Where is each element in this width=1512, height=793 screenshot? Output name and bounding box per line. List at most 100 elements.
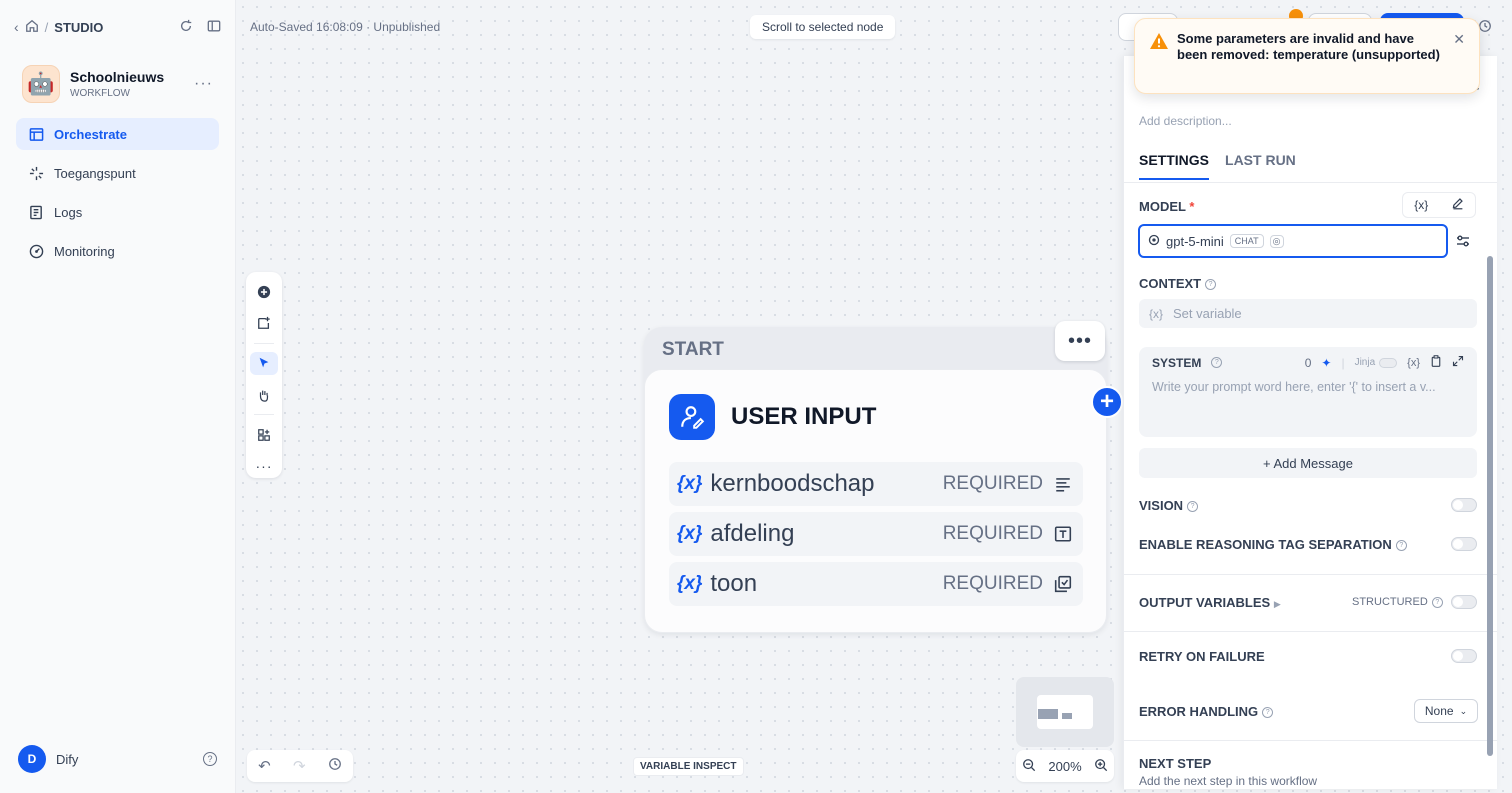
zoom-level[interactable]: 200% <box>1048 759 1081 774</box>
toolbar-divider <box>254 342 274 344</box>
help-icon[interactable]: ? <box>1395 540 1407 552</box>
add-message-button[interactable]: + Add Message <box>1139 448 1477 478</box>
variable-name: afdeling <box>710 520 795 547</box>
required-label: REQUIRED <box>942 573 1043 594</box>
select-icon <box>1053 574 1073 594</box>
sidebar-item-monitoring[interactable]: Monitoring <box>16 235 219 267</box>
input-variables: {x} kernboodschap REQUIRED {x} afdeling … <box>669 462 1083 612</box>
node-type-label: START <box>662 339 724 360</box>
sidebar-nav: Orchestrate Toegangspunt Logs Monitoring <box>0 114 235 278</box>
refresh-icon[interactable] <box>179 19 193 36</box>
scroll-to-node-button[interactable]: Scroll to selected node <box>750 15 896 39</box>
vision-toggle[interactable] <box>1451 498 1477 512</box>
node-more-icon[interactable]: ••• <box>1055 321 1105 361</box>
access-point-icon <box>28 165 44 181</box>
home-icon[interactable] <box>25 19 39 36</box>
sidebar-toggle-icon[interactable] <box>207 19 221 36</box>
model-name: gpt-5-mini <box>1166 233 1224 249</box>
variable-icon[interactable]: {x} <box>1407 357 1420 369</box>
vision-label: VISION? <box>1139 498 1199 513</box>
model-actions: {x} <box>1402 192 1476 218</box>
vision-icon: ◎ <box>1269 234 1284 248</box>
model-params-icon[interactable] <box>1455 233 1471 252</box>
more-icon[interactable]: ··· <box>194 75 213 93</box>
tab-settings[interactable]: SETTINGS <box>1139 152 1210 180</box>
more-icon[interactable]: ··· <box>250 455 278 478</box>
studio-breadcrumb[interactable]: STUDIO <box>54 20 103 35</box>
variable-inspect-button[interactable]: VARIABLE INSPECT <box>633 757 744 776</box>
tab-last-run[interactable]: LAST RUN <box>1225 152 1296 180</box>
variable-row[interactable]: {x} afdeling REQUIRED <box>669 512 1083 556</box>
add-node-icon[interactable] <box>250 280 278 303</box>
canvas-toolbar: ··· <box>246 272 282 478</box>
system-prompt-editor[interactable]: SYSTEM ? 0 ✦ | Jinja {x} Write your prom… <box>1139 347 1477 437</box>
history-icon[interactable] <box>1478 19 1492 36</box>
help-icon[interactable]: ? <box>1262 707 1274 719</box>
retry-toggle[interactable] <box>1451 649 1477 663</box>
help-icon[interactable]: ? <box>1211 357 1223 368</box>
token-count: 0 <box>1304 355 1312 370</box>
sidebar-item-label: Logs <box>54 204 83 220</box>
zoom-control: 200% <box>1016 750 1114 782</box>
model-label: MODEL * <box>1139 199 1195 214</box>
sidebar-item-toegangspunt[interactable]: Toegangspunt <box>16 157 219 189</box>
autosave-status: Auto-Saved 16:08:09 · Unpublished <box>250 20 441 34</box>
avatar[interactable]: D <box>18 745 46 773</box>
description-input[interactable]: Add description... <box>1139 114 1232 128</box>
user-name[interactable]: Dify <box>56 752 78 767</box>
add-note-icon[interactable] <box>250 311 278 334</box>
start-node[interactable]: START ••• USER INPUT {x} kernboodschap R… <box>644 321 1107 633</box>
help-icon[interactable]: ? <box>1431 596 1443 608</box>
minimap[interactable] <box>1016 677 1114 747</box>
user-area: D Dify ? <box>18 745 217 773</box>
reasoning-toggle[interactable] <box>1451 537 1477 551</box>
app-name: Schoolnieuws <box>70 69 165 85</box>
model-selector[interactable]: gpt-5-mini CHAT ◎ <box>1138 224 1448 258</box>
logs-icon <box>28 204 44 220</box>
error-handling-select[interactable]: None ⌄ <box>1414 699 1478 723</box>
clipboard-icon[interactable] <box>1430 355 1442 370</box>
close-icon[interactable]: ✕ <box>1453 31 1465 48</box>
required-label: REQUIRED <box>942 473 1043 494</box>
variable-icon: {x} <box>677 473 703 494</box>
sidebar-item-label: Toegangspunt <box>54 165 136 181</box>
redo-icon[interactable]: ↷ <box>293 757 306 775</box>
error-handling-label: ERROR HANDLING? <box>1139 704 1274 719</box>
app-card[interactable]: 🤖 Schoolnieuws WORKFLOW ··· <box>0 54 235 114</box>
variable-row[interactable]: {x} toon REQUIRED <box>669 562 1083 606</box>
history-icon[interactable] <box>328 757 342 775</box>
next-step-description: Add the next step in this workflow <box>1139 774 1318 788</box>
output-variables-label[interactable]: OUTPUT VARIABLES ▶ <box>1139 595 1281 610</box>
jinja-toggle[interactable] <box>1379 357 1398 368</box>
help-icon[interactable]: ? <box>1205 279 1217 291</box>
help-icon[interactable]: ? <box>1187 501 1199 513</box>
sidebar-item-label: Orchestrate <box>54 126 127 142</box>
organize-icon[interactable] <box>250 423 278 446</box>
sidebar-item-logs[interactable]: Logs <box>16 196 219 228</box>
sparkle-icon[interactable]: ✦ <box>1321 356 1331 370</box>
zoom-in-icon[interactable] <box>1094 758 1108 775</box>
warning-icon <box>1149 32 1169 53</box>
structured-toggle[interactable] <box>1451 595 1477 609</box>
add-next-node-button[interactable]: + <box>1091 386 1123 418</box>
back-chevron-icon[interactable]: ‹ <box>14 19 19 35</box>
sidebar: ‹ / STUDIO 🤖 Schoolnieuws WORKFLOW ··· O… <box>0 0 236 793</box>
pointer-icon[interactable] <box>250 351 278 375</box>
system-prompt-placeholder: Write your prompt word here, enter '{' t… <box>1152 380 1436 394</box>
variable-icon[interactable]: {x} <box>1414 198 1428 212</box>
variable-row[interactable]: {x} kernboodschap REQUIRED <box>669 462 1083 506</box>
sidebar-item-orchestrate[interactable]: Orchestrate <box>16 118 219 150</box>
edit-icon[interactable] <box>1451 197 1464 213</box>
structured-label: STRUCTURED? <box>1352 596 1443 608</box>
expand-icon[interactable] <box>1452 355 1464 370</box>
context-variable-input[interactable]: {x} Set variable <box>1139 299 1477 328</box>
undo-icon[interactable]: ↶ <box>258 757 271 775</box>
hand-icon[interactable] <box>250 383 278 406</box>
help-icon[interactable]: ? <box>203 752 217 766</box>
panel-scrollbar[interactable] <box>1487 256 1493 756</box>
layout-icon <box>28 126 44 142</box>
history-controls: ↶ ↷ <box>247 750 353 782</box>
paragraph-icon <box>1053 474 1073 494</box>
node-title: USER INPUT <box>731 403 877 430</box>
zoom-out-icon[interactable] <box>1022 758 1036 775</box>
